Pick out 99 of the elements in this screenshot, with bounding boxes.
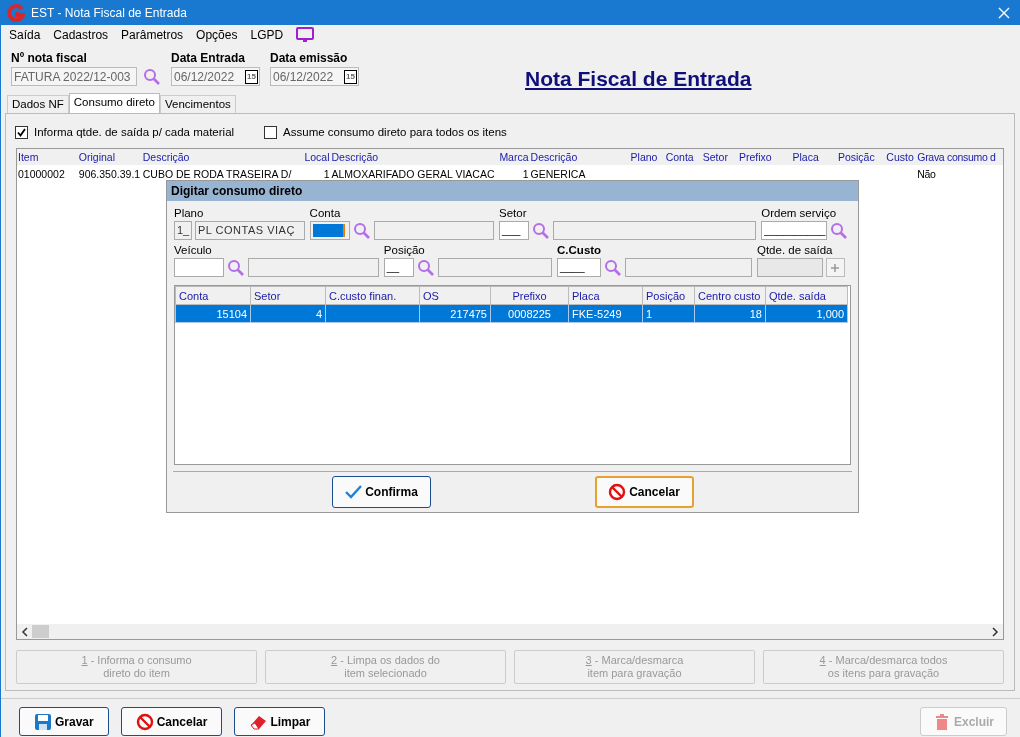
column-header[interactable]: Placa bbox=[791, 149, 837, 165]
cancel-icon bbox=[135, 712, 154, 731]
field-label: Data emissão bbox=[270, 51, 349, 65]
cancel-button[interactable]: Cancelar bbox=[120, 707, 223, 736]
cancel-button[interactable]: Cancelar bbox=[594, 476, 694, 508]
column-header[interactable]: Grava consumo d bbox=[916, 149, 1003, 165]
input-field[interactable] bbox=[174, 258, 224, 277]
search-icon[interactable] bbox=[352, 221, 371, 240]
input-field[interactable] bbox=[309, 221, 350, 240]
menu-item[interactable]: Opções bbox=[196, 28, 238, 42]
search-icon[interactable] bbox=[416, 258, 435, 277]
column-header[interactable]: Local bbox=[299, 149, 331, 165]
tab[interactable]: Vencimentos bbox=[159, 95, 236, 113]
menu-item[interactable]: Cadastros bbox=[53, 28, 109, 42]
field-label: Nº nota fiscal bbox=[11, 51, 88, 65]
column-header[interactable]: Qtde. saída bbox=[765, 286, 848, 305]
scroll-thumb[interactable] bbox=[32, 625, 49, 638]
field-label: Qtde. de saída bbox=[757, 244, 834, 256]
date-field[interactable]: 06/12/2022 15 bbox=[270, 67, 359, 86]
column-header[interactable]: Original bbox=[77, 149, 142, 165]
menu-item[interactable]: Parâmetros bbox=[121, 28, 184, 42]
input-field: PL CONTAS VIAÇ bbox=[195, 221, 305, 240]
close-icon[interactable] bbox=[998, 6, 1010, 19]
input-field: 1_ bbox=[174, 221, 192, 240]
search-icon[interactable] bbox=[143, 67, 161, 86]
scroll-right-icon bbox=[990, 626, 1000, 637]
monitor-icon[interactable] bbox=[296, 27, 315, 43]
table-cell: 01000002 bbox=[17, 165, 78, 183]
search-icon[interactable] bbox=[532, 221, 551, 240]
cancel-button[interactable]: Confirma bbox=[331, 476, 431, 508]
dialog-title: Digitar consumo direto bbox=[167, 181, 858, 201]
calendar-icon[interactable]: 15 bbox=[344, 69, 357, 84]
scroll-left-icon bbox=[20, 626, 30, 637]
column-header[interactable]: Prefixo bbox=[737, 149, 792, 165]
input-field[interactable]: __ bbox=[383, 258, 414, 277]
menu-item[interactable]: LGPD bbox=[250, 28, 284, 42]
column-header[interactable]: OS bbox=[419, 286, 491, 305]
input-field[interactable]: FATURA 2022/12-003 bbox=[11, 67, 137, 86]
column-header[interactable]: Plano bbox=[629, 149, 665, 165]
table-cell: CUBO DE RODA TRASEIRA D/ bbox=[141, 165, 300, 183]
save-icon bbox=[34, 712, 52, 731]
checkbox[interactable] bbox=[15, 125, 28, 139]
column-header[interactable]: Setor bbox=[250, 286, 326, 305]
table-cell: GENERICA bbox=[529, 165, 630, 183]
clear-button[interactable]: Limpar bbox=[234, 707, 326, 736]
field-label: Ordem serviço bbox=[761, 207, 838, 219]
column-header[interactable]: Descrição bbox=[330, 149, 494, 165]
column-header[interactable]: Item bbox=[17, 149, 78, 165]
menu-item[interactable]: Saída bbox=[9, 28, 41, 42]
field-label: Data Entrada bbox=[171, 51, 247, 65]
input-field[interactable]: ____ bbox=[557, 258, 602, 277]
date-field[interactable]: 06/12/2022 15 bbox=[171, 67, 260, 86]
column-header[interactable]: Descrição bbox=[141, 149, 300, 165]
table-row[interactable]: 15104 4 217475 0008225 FKE-5249 1 18 1,000 bbox=[175, 304, 848, 323]
field-label: C.Custo bbox=[557, 244, 603, 256]
table-cell: ALMOXARIFADO GERAL VIACAC bbox=[330, 165, 494, 183]
column-header[interactable]: Conta bbox=[664, 149, 702, 165]
window-title: EST - Nota Fiscal de Entrada bbox=[31, 5, 188, 20]
table-cell: 1 bbox=[493, 165, 530, 183]
column-header[interactable]: Conta bbox=[175, 286, 251, 305]
add-button[interactable] bbox=[826, 258, 845, 277]
column-header[interactable]: C.custo finan. bbox=[325, 286, 420, 305]
column-header[interactable]: Prefixo bbox=[490, 286, 569, 305]
checkmark-icon bbox=[17, 127, 26, 137]
column-header[interactable]: Posição bbox=[642, 286, 695, 305]
page-title: Nota Fiscal de Entrada bbox=[525, 67, 752, 91]
search-icon[interactable] bbox=[604, 258, 623, 277]
table-cell: Não bbox=[916, 165, 1003, 183]
field-label: Setor bbox=[499, 207, 528, 219]
check-icon bbox=[344, 483, 363, 501]
column-header[interactable]: Posiçãc bbox=[836, 149, 886, 165]
tab[interactable]: Consumo direto bbox=[68, 93, 160, 113]
checkbox-label: Informa qtde. de saída p/ cada material bbox=[34, 126, 235, 138]
checkbox[interactable] bbox=[264, 125, 278, 139]
column-header[interactable]: Marca bbox=[493, 149, 530, 165]
search-icon[interactable] bbox=[830, 221, 849, 240]
field-label: Veículo bbox=[174, 244, 213, 256]
calendar-icon[interactable]: 15 bbox=[245, 69, 258, 84]
cancel-icon bbox=[608, 483, 627, 501]
search-icon[interactable] bbox=[227, 258, 245, 277]
field-label: Conta bbox=[309, 207, 342, 219]
horizontal-scrollbar[interactable] bbox=[17, 624, 1003, 639]
tab[interactable]: Dados NF bbox=[7, 95, 69, 113]
plus-icon bbox=[830, 262, 841, 273]
field-label: Plano bbox=[174, 207, 205, 219]
text-selection bbox=[312, 224, 345, 237]
column-header[interactable]: Setor bbox=[701, 149, 738, 165]
logo-icon bbox=[7, 3, 25, 22]
field-label: Posição bbox=[383, 244, 426, 256]
column-header[interactable]: Descrição bbox=[529, 149, 630, 165]
column-header[interactable]: Placa bbox=[568, 286, 643, 305]
save-button[interactable]: Gravar bbox=[19, 707, 109, 736]
column-header[interactable]: Custo bbox=[885, 149, 917, 165]
table-cell: 1 bbox=[299, 165, 331, 183]
table-cell: 906.350.39.1 bbox=[77, 165, 142, 183]
input-field[interactable]: ___ bbox=[499, 221, 530, 240]
column-header[interactable]: Centro custo bbox=[694, 286, 766, 305]
input-field[interactable]: __________ bbox=[761, 221, 828, 240]
checkbox-label: Assume consumo direto para todos os itens bbox=[283, 126, 507, 138]
